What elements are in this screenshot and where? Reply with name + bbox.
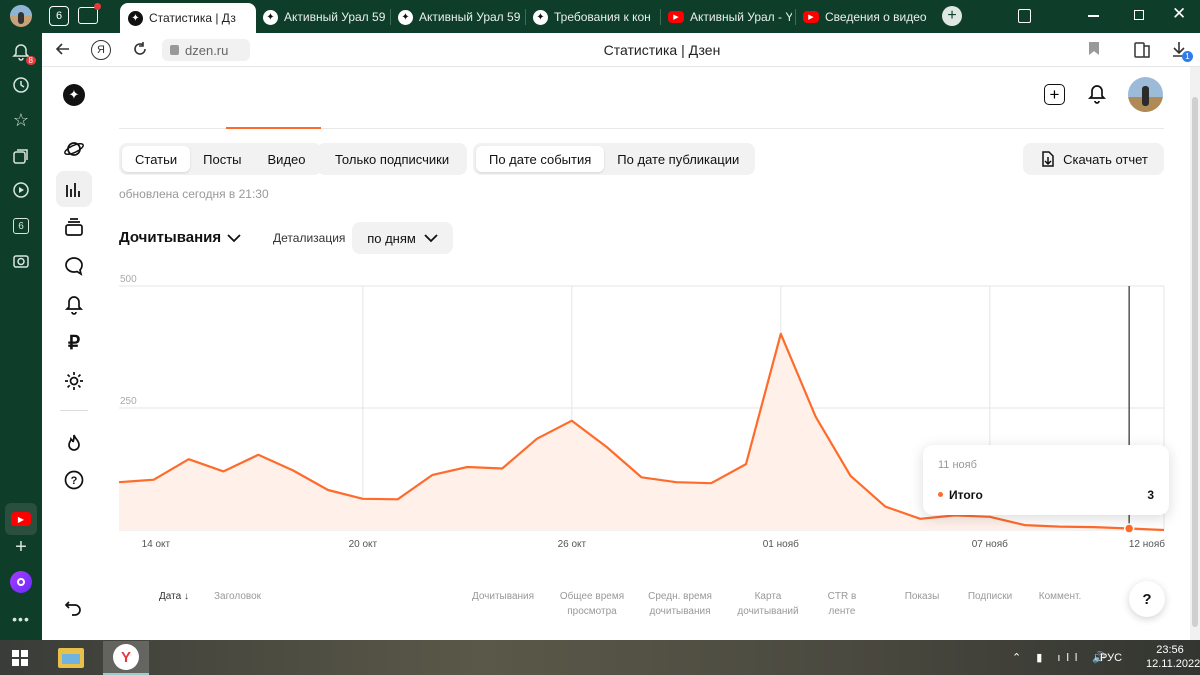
tab-requirements[interactable]: ✦ Требования к кон <box>533 4 657 30</box>
col-header-ctr[interactable]: CTR в ленте <box>817 589 867 619</box>
yandex-home-icon[interactable]: Я <box>91 40 111 60</box>
restore-button[interactable] <box>1134 10 1144 20</box>
back-undo-icon[interactable] <box>60 593 88 621</box>
reader-mode-icon[interactable] <box>1133 41 1151 64</box>
tab-label: Активный Урал 59 <box>419 10 521 24</box>
dzen-icon: ✦ <box>263 9 278 25</box>
col-header-readthroughs[interactable]: Дочитывания <box>458 589 548 604</box>
dzen-icon: ✦ <box>128 10 143 26</box>
sort-down-arrow-icon: ↓ <box>183 591 189 602</box>
yandex-browser-taskbar-icon[interactable]: Y <box>103 641 149 675</box>
tabs-list-icon[interactable] <box>1018 9 1031 23</box>
tab-label: Требования к кон <box>554 10 651 24</box>
minimize-button[interactable] <box>1088 15 1099 17</box>
youtube-icon: ▶ <box>803 11 819 23</box>
highlight-point <box>1123 523 1135 534</box>
tab-label: Активный Урал 59 <box>284 10 386 24</box>
col-header-avg-time[interactable]: Средн. время дочитывания <box>640 589 720 619</box>
tab-aktivny-ural-2[interactable]: ✦ Активный Урал 59 <box>398 4 522 30</box>
profile-avatar[interactable] <box>10 5 32 27</box>
y-tick-label: 250 <box>120 396 137 407</box>
language-indicator[interactable]: РУС <box>1100 652 1122 664</box>
collections-icon[interactable] <box>10 145 32 167</box>
screenshot-camera-icon[interactable] <box>10 250 32 272</box>
downloads-icon[interactable]: 1 <box>1170 40 1193 63</box>
chart-tooltip: 11 нояб Итого 3 <box>923 445 1169 515</box>
page-scrollbar[interactable] <box>1190 67 1200 640</box>
address-bar: Я dzen.ru Статистика | Дзен 1 <box>42 33 1200 67</box>
bookmarks-star-icon[interactable]: ☆ <box>10 109 32 131</box>
x-tick-label: 12 нояб <box>1129 538 1165 550</box>
col-header-impressions[interactable]: Показы <box>892 589 952 604</box>
add-panel-plus-icon[interactable]: + <box>10 536 32 558</box>
y-tick-label: 500 <box>120 274 137 285</box>
history-clock-icon[interactable] <box>10 74 32 96</box>
col-header-date[interactable]: Дата ↓ <box>159 589 189 604</box>
downloads-badge: 1 <box>1182 51 1193 62</box>
x-tick-label: 20 окт <box>349 539 378 550</box>
tab-aktivny-ural-1[interactable]: ✦ Активный Урал 59 <box>263 4 387 30</box>
x-tick-label: 26 окт <box>558 539 587 550</box>
tooltip-date: 11 нояб <box>938 459 977 471</box>
tab-label: Статистика | Дз <box>149 11 236 25</box>
back-arrow-icon[interactable] <box>54 40 72 63</box>
tooltip-series-label: Итого <box>949 488 983 502</box>
dzen-icon: ✦ <box>398 9 413 25</box>
close-window-button[interactable]: ✕ <box>1172 4 1186 24</box>
tab-statistics[interactable]: ✦ Статистика | Дз <box>120 3 256 33</box>
tab-counter-button[interactable]: 6 <box>49 6 69 26</box>
tray-icons[interactable]: ⌃ ▮ ıll 🔊 <box>1012 651 1112 664</box>
x-tick-label: 07 нояб <box>972 538 1008 550</box>
alice-assistant-icon[interactable] <box>10 571 32 593</box>
dzen-statistics-page: ✦ ₽ ? + Статьи Посты Видео Только подпис… <box>42 67 1190 640</box>
bookmark-icon[interactable] <box>1089 42 1099 55</box>
clock-time[interactable]: 23:56 12.11.2022 <box>1146 643 1200 671</box>
tab-label: Активный Урал - Y <box>690 10 792 24</box>
tab-label: Сведения о видео <box>825 10 927 24</box>
more-dots-icon[interactable]: ••• <box>10 608 32 630</box>
col-header-readthrough-map[interactable]: Карта дочитываний <box>730 589 806 619</box>
url-text: dzen.ru <box>185 42 229 58</box>
notifications-bell-icon[interactable]: 8 <box>10 41 36 65</box>
windows-start-icon[interactable] <box>12 650 28 666</box>
col-header-total-time[interactable]: Общее время просмотра <box>552 589 632 619</box>
file-explorer-icon[interactable] <box>58 648 84 668</box>
col-header-title[interactable]: Заголовок <box>214 589 261 604</box>
tooltip-series-dot <box>938 492 943 497</box>
browser-sidebar: 8 ☆ 6 ▶ + ••• <box>0 33 42 640</box>
dzen-icon: ✦ <box>533 9 548 25</box>
url-field[interactable]: dzen.ru <box>162 39 250 61</box>
new-tab-button[interactable]: + <box>942 6 962 26</box>
windows-taskbar: Y ⌃ ▮ ıll 🔊 РУС 23:56 12.11.2022 <box>0 640 1200 675</box>
youtube-sidebar-icon[interactable]: ▶ <box>5 503 37 535</box>
help-button[interactable]: ? <box>1129 581 1165 617</box>
col-header-comments[interactable]: Коммент. <box>1030 589 1090 604</box>
browser-tab-bar: 6 ✦ Статистика | Дз ✦ Активный Урал 59 ✦… <box>0 0 1200 33</box>
youtube-icon: ▶ <box>668 11 684 23</box>
tab-youtube-channel[interactable]: ▶ Активный Урал - Y <box>668 4 792 30</box>
reload-icon[interactable] <box>131 40 149 63</box>
collections-icon[interactable] <box>78 3 101 24</box>
x-tick-label: 14 окт <box>142 539 171 550</box>
col-header-subscriptions[interactable]: Подписки <box>958 589 1022 604</box>
lock-icon <box>170 45 179 55</box>
tab-groups-icon[interactable]: 6 <box>10 215 32 237</box>
tooltip-value: 3 <box>1147 488 1154 502</box>
tab-youtube-video[interactable]: ▶ Сведения о видео <box>803 4 927 30</box>
x-tick-label: 01 нояб <box>763 538 799 550</box>
page-title: Статистика | Дзен <box>603 42 721 58</box>
play-media-icon[interactable] <box>10 179 32 201</box>
notifications-badge: 8 <box>25 56 36 65</box>
